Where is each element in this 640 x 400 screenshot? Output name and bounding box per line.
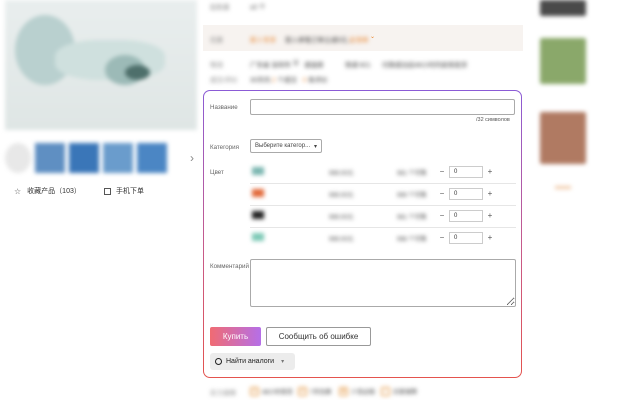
quantity-input[interactable]: 0 xyxy=(449,188,483,200)
shipping-note: 付款成功后48小时内安排发货 xyxy=(382,62,468,69)
category-label: Категория xyxy=(210,144,239,151)
find-analogs-label: Найти аналоги xyxy=(226,358,275,365)
pagination-dots xyxy=(555,186,571,189)
quantity-stepper: − 0 + xyxy=(437,209,497,223)
qr-code-icon xyxy=(104,187,111,195)
star-icon: ☆ xyxy=(14,186,22,196)
sales-unit: 个成交 xyxy=(277,77,297,84)
quantity-input[interactable]: 0 xyxy=(449,232,483,244)
reviews-count: 0 xyxy=(302,77,307,84)
service-text: 48小时发货 xyxy=(262,390,293,396)
service-item: ✓ 买家保障 xyxy=(381,387,417,396)
shipping-to[interactable]: 请选择 xyxy=(304,59,324,69)
thumbnail[interactable] xyxy=(103,143,133,173)
variant-price: 999.00元 xyxy=(329,193,354,199)
recommended-item-image[interactable] xyxy=(540,0,586,16)
variant-available: 998 个可售 xyxy=(397,237,427,243)
guarantee-icon: ✓ xyxy=(381,387,390,396)
decrement-button[interactable]: − xyxy=(437,231,447,245)
clock-icon: ◷ xyxy=(250,387,259,396)
chevron-down-icon: ▾ xyxy=(281,359,285,365)
quantity-input[interactable]: 0 xyxy=(449,166,483,178)
shipping-icon: ☰ xyxy=(293,60,299,67)
service-text: 7天包换 xyxy=(310,390,332,396)
chevron-right-icon[interactable]: › xyxy=(190,151,194,165)
category-select[interactable]: Выберите категор... ▾ xyxy=(250,139,322,153)
name-char-counter: /32 символов xyxy=(476,117,510,123)
color-swatch[interactable] xyxy=(252,189,264,197)
service-label: 实力保障 xyxy=(210,390,236,397)
increment-button[interactable]: + xyxy=(485,165,495,179)
mobile-order-button[interactable]: 手机下单 xyxy=(104,186,144,196)
thumbnail-strip xyxy=(5,142,195,174)
promo-text: 首入单笔订单立减5元... xyxy=(285,37,353,44)
variant-available: 999 个可售 xyxy=(397,193,427,199)
name-label: Название xyxy=(210,104,238,111)
decrement-button[interactable]: − xyxy=(437,209,447,223)
color-variant-row: 999.00元 999 个可售 − 0 + xyxy=(250,184,516,206)
comment-textarea[interactable] xyxy=(250,259,516,307)
reviews-label[interactable]: 条评价 xyxy=(308,77,328,84)
quantity-input[interactable]: 0 xyxy=(449,210,483,222)
buy-button[interactable]: Купить xyxy=(210,327,261,346)
quantity-stepper: − 0 + xyxy=(437,187,497,201)
comment-label: Комментарий xyxy=(210,263,249,270)
promo-label: 优惠 xyxy=(210,37,223,44)
color-swatch[interactable] xyxy=(252,167,264,175)
service-item: ◆ 少货必赔 xyxy=(339,387,375,396)
increment-button[interactable]: + xyxy=(485,231,495,245)
find-analogs-button[interactable]: Найти аналоги ▾ xyxy=(210,353,295,370)
variant-available: 981 个可售 xyxy=(397,171,427,177)
shipping-label: 物流 xyxy=(210,62,223,69)
stock-label: 起批量 xyxy=(210,4,230,11)
quantity-stepper: − 0 + xyxy=(437,165,497,179)
sales-count: 2 xyxy=(272,77,276,84)
variant-price: 999.00元 xyxy=(329,215,354,221)
favorite-label: 收藏产品（103） xyxy=(27,188,81,195)
color-variant-row: 999.00元 981 个可售 − 0 + xyxy=(250,162,516,184)
favorite-button[interactable]: ☆ 收藏产品（103） xyxy=(14,186,81,196)
color-variant-row: 999.00元 981 个可售 − 0 + xyxy=(250,206,516,228)
mobile-order-label: 手机下单 xyxy=(116,188,144,195)
service-text: 买家保障 xyxy=(393,390,418,396)
chevron-down-icon: ▾ xyxy=(313,143,317,150)
promo-link[interactable]: 去领单 xyxy=(349,34,369,44)
service-item: ⇄ 7天包换 xyxy=(298,387,331,396)
sales-period: 30天内 xyxy=(250,77,271,84)
thumbnail[interactable] xyxy=(5,143,31,173)
color-swatch[interactable] xyxy=(252,233,264,241)
decrement-button[interactable]: − xyxy=(437,187,447,201)
increment-button[interactable]: + xyxy=(485,187,495,201)
shipping-fee: 快递 ¥21 xyxy=(345,62,371,69)
variant-price: 999.00元 xyxy=(329,237,354,243)
color-variant-row: 999.00元 998 个可售 − 0 + xyxy=(250,228,516,250)
report-error-button[interactable]: Сообщить об ошибке xyxy=(266,327,371,346)
thumbnail[interactable] xyxy=(35,143,65,173)
color-label: Цвет xyxy=(210,169,224,176)
shipping-from: 广东省 深圳市 xyxy=(250,62,291,69)
recommended-item-image[interactable] xyxy=(540,38,586,84)
promo-tag: 新人专享 xyxy=(250,37,276,44)
thumbnail[interactable] xyxy=(137,143,167,173)
stock-value: ≥2 个 xyxy=(250,4,266,11)
shield-icon: ◆ xyxy=(339,387,348,396)
product-main-image[interactable] xyxy=(5,0,197,130)
name-input[interactable] xyxy=(250,99,515,115)
recommended-item-image[interactable] xyxy=(540,112,586,164)
quantity-stepper: − 0 + xyxy=(437,231,497,245)
chevron-down-icon: ⌄ xyxy=(370,34,376,40)
service-item: ◷ 48小时发货 xyxy=(250,387,293,396)
search-icon xyxy=(215,358,222,365)
thumbnail[interactable] xyxy=(69,143,99,173)
category-value: Выберите категор... xyxy=(255,143,311,149)
variant-available: 981 个可售 xyxy=(397,215,427,221)
variant-price: 999.00元 xyxy=(329,171,354,177)
exchange-icon: ⇄ xyxy=(298,387,307,396)
increment-button[interactable]: + xyxy=(485,209,495,223)
decrement-button[interactable]: − xyxy=(437,165,447,179)
color-swatch[interactable] xyxy=(252,211,264,219)
sales-label: 成交/评价 xyxy=(210,77,238,84)
service-text: 少货必赔 xyxy=(351,390,376,396)
